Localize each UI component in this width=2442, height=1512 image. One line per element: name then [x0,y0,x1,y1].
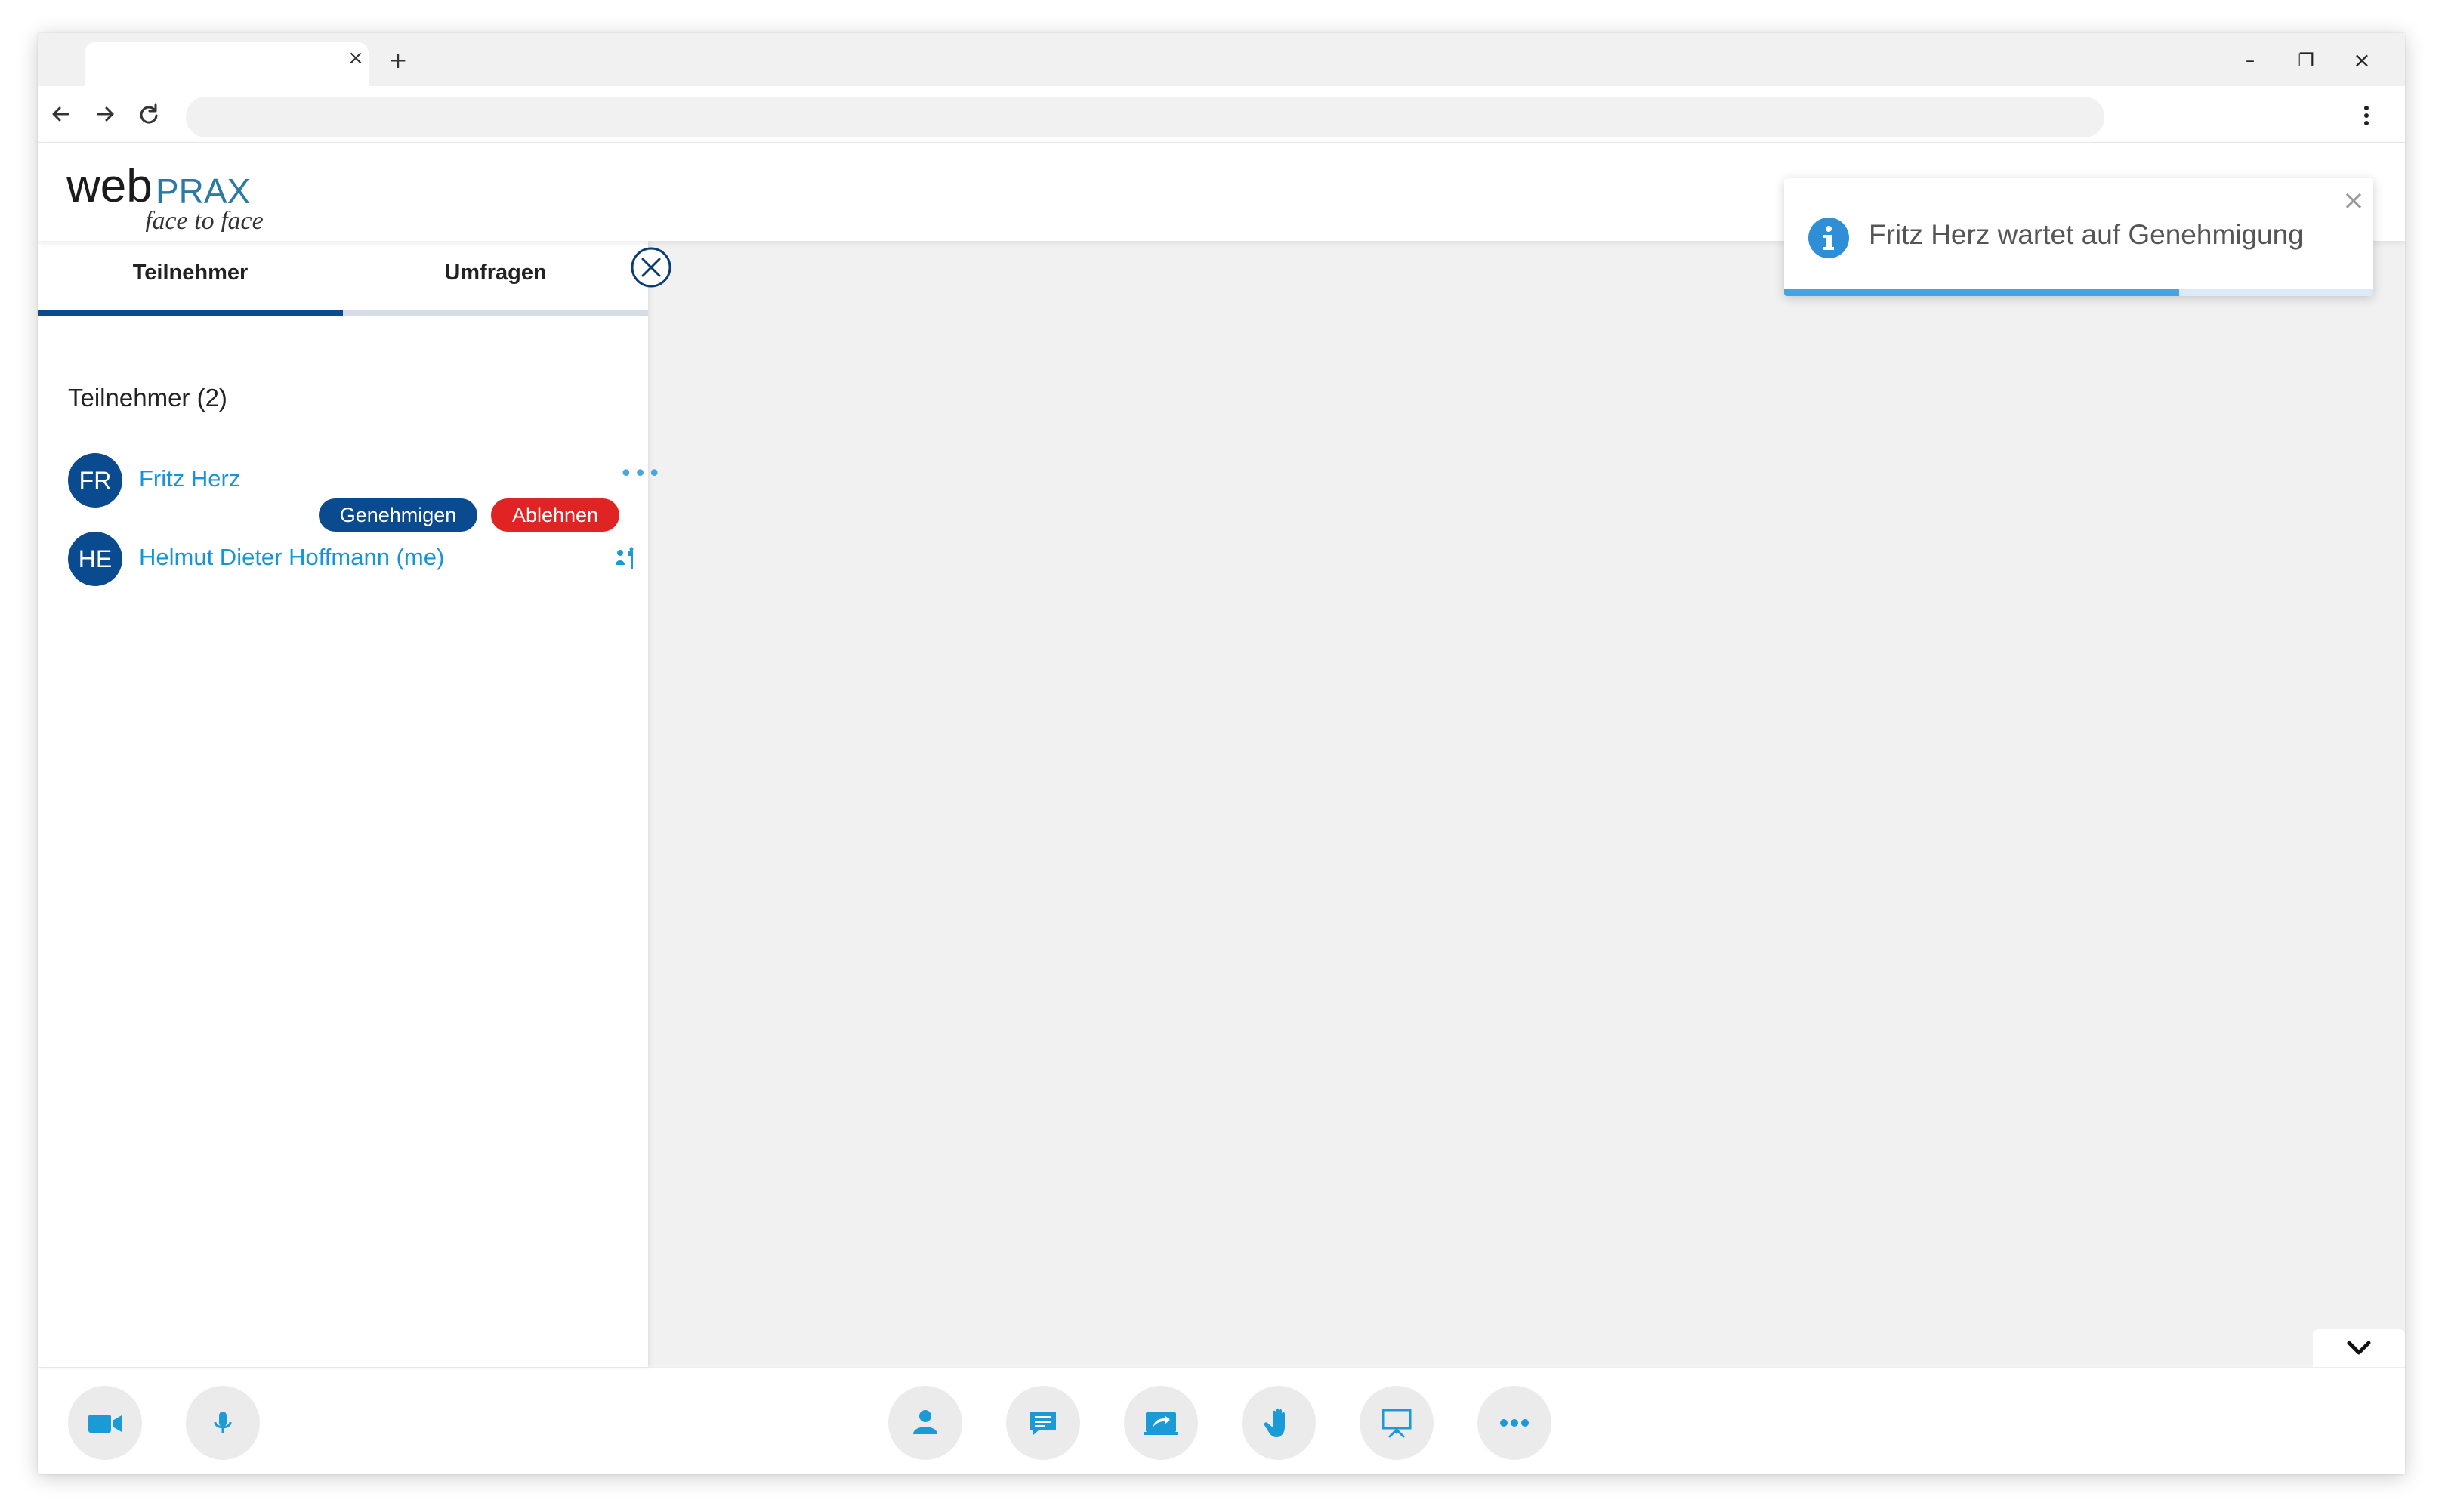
host-icon [616,547,634,569]
collapse-toolbar-button[interactable] [2313,1329,2405,1367]
panel-tabs: Teilnehmer Umfragen [38,240,648,316]
reject-button[interactable]: Ablehnen [491,498,619,532]
raise-hand-button[interactable] [1242,1386,1316,1460]
video-stage [648,240,2405,1367]
tab-close-icon[interactable]: × [343,45,369,71]
microphone-icon [214,1412,232,1433]
window-close-button[interactable]: × [2345,45,2379,76]
more-button[interactable] [1477,1386,1551,1460]
whiteboard-button[interactable] [1360,1386,1434,1460]
more-options-icon[interactable]: ••• [619,463,661,486]
browser-toolbar [38,86,2405,142]
browser-tab[interactable] [85,42,369,86]
participant-name[interactable]: Helmut Dieter Hoffmann (me) [139,544,444,571]
toast-progress-bar [1784,289,2179,296]
address-bar[interactable] [186,97,2104,137]
info-icon [1808,218,1849,258]
logo-primary-text: web [66,160,153,212]
avatar: HE [68,532,122,586]
controls-bar [38,1367,2405,1474]
screen-share-button[interactable] [1124,1386,1198,1460]
notification-toast: Fritz Herz wartet auf Genehmigung × [1784,178,2373,296]
participant-name[interactable]: Fritz Herz [139,465,240,492]
participants-panel: Teilnehmer Umfragen Teilnehmer (2) FR Fr… [38,240,661,1367]
back-arrow-icon[interactable] [45,98,77,130]
raise-hand-icon [1264,1408,1285,1437]
chat-icon [1030,1412,1056,1435]
chat-button[interactable] [1006,1386,1080,1460]
tab-polls[interactable]: Umfragen [343,240,648,310]
new-tab-button[interactable]: + [384,47,412,76]
camera-icon [88,1415,122,1433]
more-icon [1500,1419,1529,1427]
panel-close-icon[interactable] [630,246,672,289]
webprax-logo: web PRAX face to face [66,160,264,232]
active-tab-indicator [38,310,343,316]
screen-share-icon [1144,1412,1178,1435]
close-icon[interactable]: × [2340,187,2367,214]
kebab-menu-icon[interactable] [2352,100,2381,131]
participants-icon [913,1410,937,1434]
chevron-down-icon [2347,1341,2371,1355]
maximize-button[interactable]: ❐ [2289,45,2323,76]
microphone-button[interactable] [186,1386,260,1460]
browser-window: × + – ❐ × web PRAX face to face Teilnehm… [38,33,2405,1474]
minimize-button[interactable]: – [2233,45,2268,76]
participant-row: HE Helmut Dieter Hoffmann (me) [68,532,634,588]
reload-icon[interactable] [133,98,165,130]
avatar: FR [68,453,122,508]
toast-message: Fritz Herz wartet auf Genehmigung [1869,219,2304,250]
tab-strip: × + – ❐ × [38,33,2405,86]
whiteboard-icon [1382,1409,1412,1438]
participants-count-title: Teilnehmer (2) [68,384,227,412]
tab-participants[interactable]: Teilnehmer [38,240,343,310]
logo-tagline: face to face [145,207,264,232]
forward-arrow-icon[interactable] [89,98,121,130]
logo-secondary-text: PRAX [156,171,250,211]
participants-button[interactable] [888,1386,962,1460]
approve-button[interactable]: Genehmigen [319,498,477,532]
camera-button[interactable] [68,1386,142,1460]
